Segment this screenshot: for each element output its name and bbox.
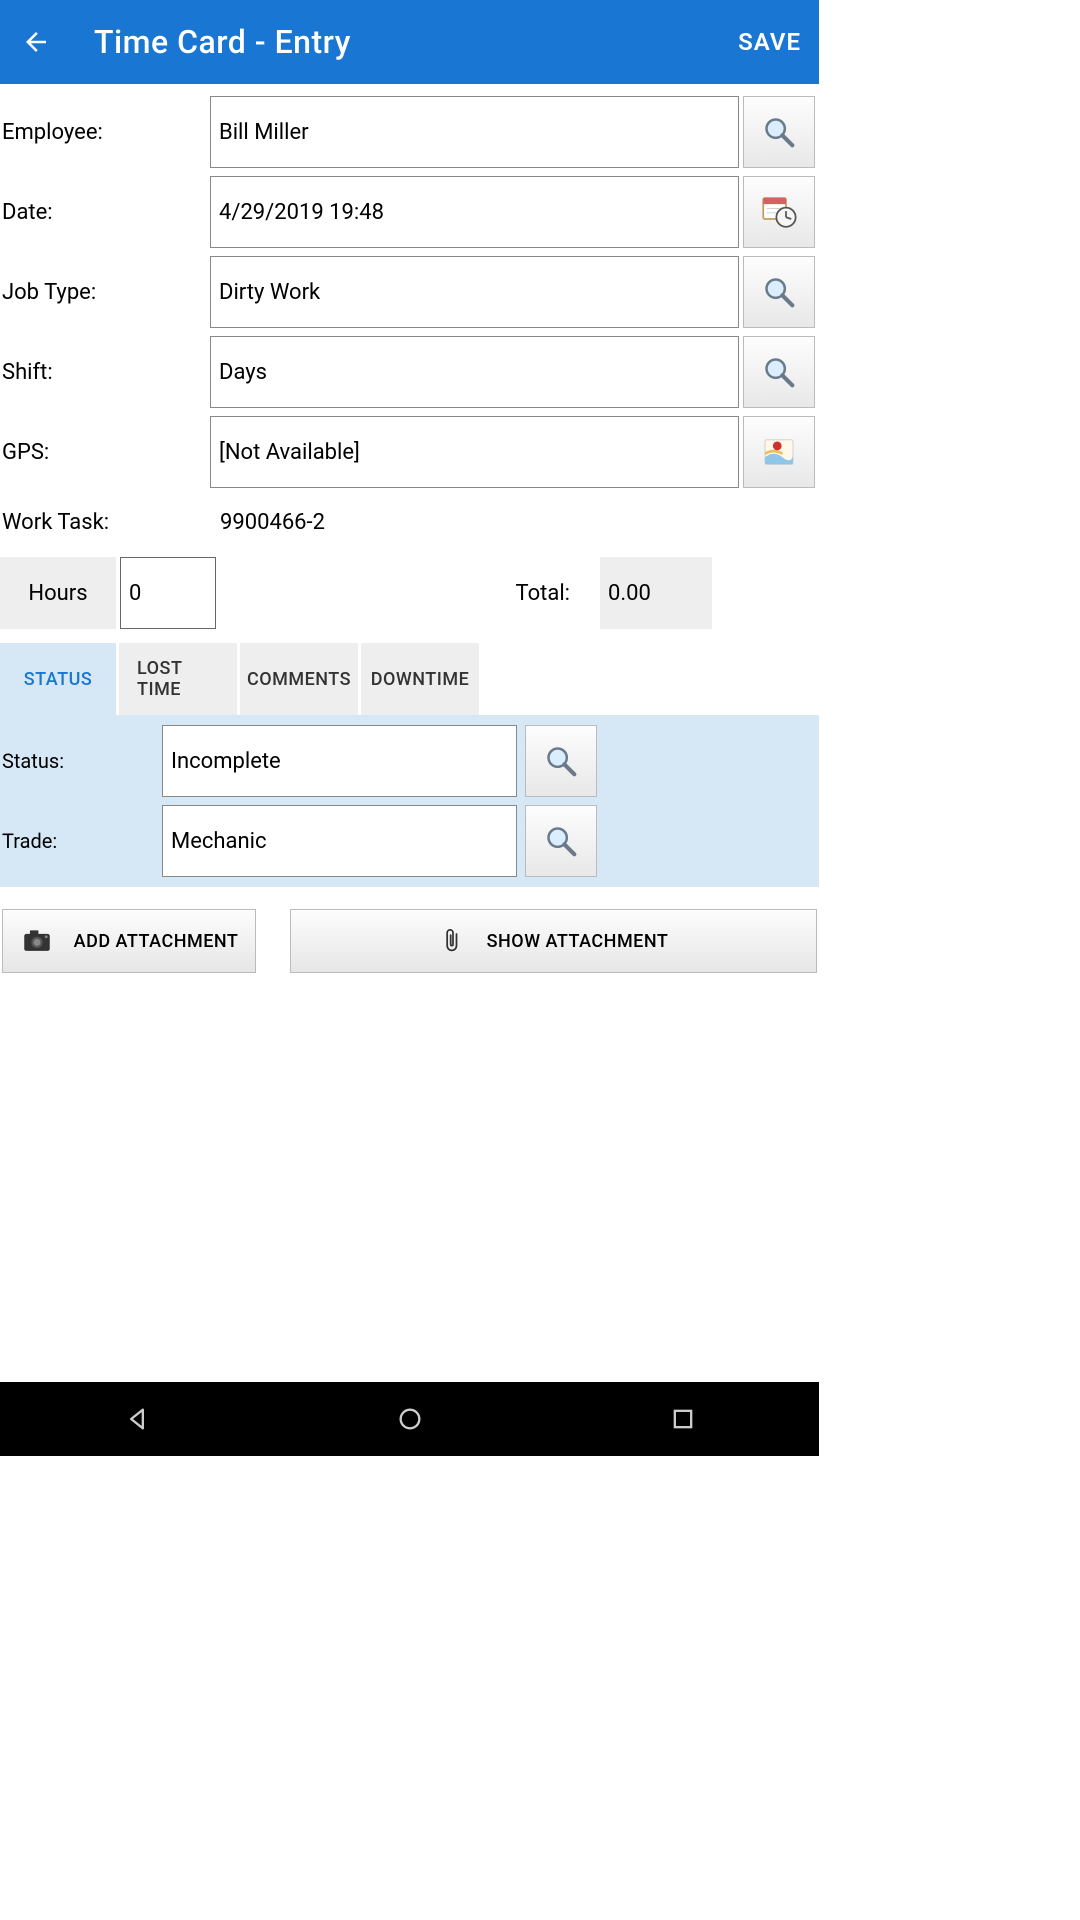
employee-lookup-button[interactable] — [743, 96, 815, 168]
tab-bar: STATUS LOST TIME COMMENTS DOWNTIME — [0, 643, 819, 715]
paperclip-icon — [439, 922, 467, 960]
shift-row: Shift: Days — [0, 332, 819, 412]
shift-label: Shift: — [2, 360, 210, 385]
calendar-clock-icon — [758, 191, 800, 233]
attachments-row: ADD ATTACHMENT SHOW ATTACHMENT — [0, 887, 819, 995]
android-back-button[interactable] — [119, 1401, 155, 1437]
date-label: Date: — [2, 200, 210, 225]
content: Employee: Bill Miller Date: 4/29/2019 19… — [0, 84, 819, 1382]
gps-label: GPS: — [2, 440, 210, 465]
date-picker-button[interactable] — [743, 176, 815, 248]
square-recents-icon — [669, 1405, 697, 1433]
total-label: Total: — [516, 581, 600, 606]
status-label: Status: — [2, 749, 162, 773]
magnifier-icon — [759, 112, 799, 152]
android-home-button[interactable] — [392, 1401, 428, 1437]
hours-button[interactable]: Hours — [0, 557, 116, 629]
camera-icon — [20, 924, 54, 958]
tab-lost-time[interactable]: LOST TIME — [119, 643, 237, 715]
worktask-label: Work Task: — [2, 510, 220, 535]
shift-lookup-button[interactable] — [743, 336, 815, 408]
add-attachment-label: ADD ATTACHMENT — [74, 931, 239, 952]
shift-field[interactable]: Days — [210, 336, 739, 408]
total-value: 0.00 — [600, 557, 712, 629]
magnifier-icon — [541, 821, 581, 861]
employee-row: Employee: Bill Miller — [0, 92, 819, 172]
trade-lookup-button[interactable] — [525, 805, 597, 877]
add-attachment-button[interactable]: ADD ATTACHMENT — [2, 909, 256, 973]
back-button[interactable] — [18, 24, 54, 60]
android-recents-button[interactable] — [665, 1401, 701, 1437]
date-field[interactable]: 4/29/2019 19:48 — [210, 176, 739, 248]
show-attachment-label: SHOW ATTACHMENT — [487, 931, 669, 952]
trade-label: Trade: — [2, 829, 162, 853]
page-title: Time Card - Entry — [94, 23, 351, 61]
status-row: Status: Incomplete — [2, 721, 819, 801]
worktask-value: 9900466-2 — [220, 510, 325, 535]
jobtype-lookup-button[interactable] — [743, 256, 815, 328]
magnifier-icon — [541, 741, 581, 781]
date-row: Date: 4/29/2019 19:48 — [0, 172, 819, 252]
arrow-back-icon — [21, 27, 51, 57]
jobtype-row: Job Type: Dirty Work — [0, 252, 819, 332]
status-field[interactable]: Incomplete — [162, 725, 517, 797]
save-button[interactable]: SAVE — [738, 28, 801, 56]
app-bar: Time Card - Entry SAVE — [0, 0, 819, 84]
hours-input[interactable]: 0 — [120, 557, 216, 629]
magnifier-icon — [759, 352, 799, 392]
tab-comments[interactable]: COMMENTS — [240, 643, 358, 715]
triangle-back-icon — [123, 1405, 151, 1433]
employee-label: Employee: — [2, 120, 210, 145]
hours-row: Hours 0 Total: 0.00 — [0, 553, 819, 633]
worktask-row: Work Task: 9900466-2 — [0, 492, 819, 553]
status-panel: Status: Incomplete Trade: Mechanic — [0, 715, 819, 887]
tab-status[interactable]: STATUS — [0, 643, 116, 715]
show-attachment-button[interactable]: SHOW ATTACHMENT — [290, 909, 817, 973]
tab-downtime[interactable]: DOWNTIME — [361, 643, 479, 715]
employee-field[interactable]: Bill Miller — [210, 96, 739, 168]
android-nav-bar — [0, 1382, 819, 1456]
trade-field[interactable]: Mechanic — [162, 805, 517, 877]
jobtype-label: Job Type: — [2, 280, 210, 305]
status-lookup-button[interactable] — [525, 725, 597, 797]
map-icon — [758, 431, 800, 473]
gps-row: GPS: [Not Available] — [0, 412, 819, 492]
trade-row: Trade: Mechanic — [2, 801, 819, 881]
magnifier-icon — [759, 272, 799, 312]
gps-field[interactable]: [Not Available] — [210, 416, 739, 488]
circle-home-icon — [396, 1405, 424, 1433]
jobtype-field[interactable]: Dirty Work — [210, 256, 739, 328]
gps-map-button[interactable] — [743, 416, 815, 488]
